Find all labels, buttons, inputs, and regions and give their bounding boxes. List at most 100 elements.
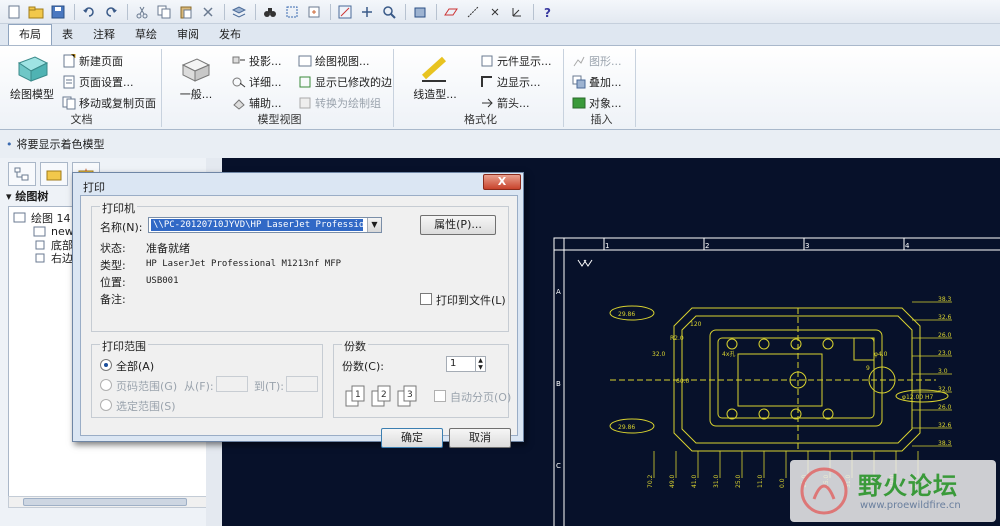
group-format: 线造型... 元件显示... 边显示... 箭头... 格式化 xyxy=(398,49,564,127)
range-from-input[interactable] xyxy=(216,376,248,392)
cancel-button[interactable]: 取消 xyxy=(449,428,511,448)
object-button[interactable]: 对象... xyxy=(572,93,622,113)
sketch-icon[interactable] xyxy=(335,2,355,22)
drawing-view-button[interactable]: 绘图视图... xyxy=(298,51,370,71)
group-insert: 图形... 叠加... 对象... 插入 xyxy=(568,49,636,127)
group-document: 绘图模型 新建页面 页面设置... 移动或复制页面 文档 xyxy=(2,49,162,127)
graph-button[interactable]: 图形... xyxy=(572,51,622,71)
tab-layout[interactable]: 布局 xyxy=(8,24,52,45)
detailed-view-button[interactable]: 详细... xyxy=(232,72,282,92)
cut-icon[interactable] xyxy=(132,2,152,22)
overlay-button[interactable]: 叠加... xyxy=(572,72,622,92)
folder-browser-tab-icon[interactable] xyxy=(40,162,68,186)
paste-icon[interactable] xyxy=(176,2,196,22)
callout-text: φ4.0 xyxy=(874,351,888,358)
projection-view-button[interactable]: 投影... xyxy=(232,51,282,71)
svg-text:?: ? xyxy=(544,6,551,19)
select-box-icon[interactable] xyxy=(282,2,302,22)
view-icon xyxy=(35,240,45,249)
tab-publish[interactable]: 发布 xyxy=(209,26,251,45)
redo-icon[interactable] xyxy=(101,2,121,22)
arrow-button[interactable]: 箭头... xyxy=(480,93,530,113)
view-icon xyxy=(33,226,46,236)
coord-system-icon[interactable] xyxy=(507,2,527,22)
horizontal-scrollbar[interactable] xyxy=(8,496,208,508)
zone-letter: C xyxy=(556,462,561,470)
tab-sketch[interactable]: 草绘 xyxy=(125,26,167,45)
spin-arrows-icon[interactable]: ▲ ▼ xyxy=(475,357,485,371)
drawing-tree-header[interactable]: ▾ 绘图树 xyxy=(6,188,48,204)
auxiliary-view-button[interactable]: 辅助... xyxy=(232,93,282,113)
collate-checkbox[interactable] xyxy=(434,390,446,402)
message-line: • 将要显示着色模型 xyxy=(0,130,1000,158)
name-label: 名称(N): xyxy=(100,221,143,234)
print-to-file-checkbox[interactable] xyxy=(420,293,432,305)
tree-item-right[interactable]: 右边 xyxy=(33,251,73,265)
model-tree-tab-icon[interactable] xyxy=(8,162,36,186)
status-label: 状态: xyxy=(100,242,126,255)
callout-text: 29.86 xyxy=(618,311,635,318)
callout-text: 32.0 xyxy=(652,351,666,358)
datum-axis-icon[interactable] xyxy=(463,2,483,22)
callout-text: 120 xyxy=(690,321,702,328)
general-view-icon xyxy=(181,58,211,82)
zone-ticks xyxy=(603,238,905,250)
move-copy-page-button[interactable]: 移动或复制页面 xyxy=(62,93,156,113)
callout-text: 9 xyxy=(866,365,870,372)
zone-number: 3 xyxy=(805,242,809,250)
dialog-title: 打印 xyxy=(83,181,105,194)
binoculars-icon[interactable] xyxy=(260,2,280,22)
layers-icon[interactable] xyxy=(229,2,249,22)
show-modified-edges-button[interactable]: 显示已修改的边 xyxy=(298,72,392,92)
undo-icon[interactable] xyxy=(79,2,99,22)
tab-table[interactable]: 表 xyxy=(52,26,83,45)
edge-display-button[interactable]: 边显示... xyxy=(480,72,541,92)
dimension-text: 32.0 xyxy=(938,386,952,393)
tree-item-drawing[interactable]: 绘图 14 xyxy=(13,211,71,225)
tab-annotate[interactable]: 注释 xyxy=(83,26,125,45)
range-to-input[interactable] xyxy=(286,376,318,392)
save-icon[interactable] xyxy=(48,2,68,22)
drawing-model-label: 绘图模型 xyxy=(10,88,54,101)
range-pages-radio[interactable] xyxy=(100,379,112,391)
range-to-label: 到(T): xyxy=(254,380,285,393)
ribbon: 绘图模型 新建页面 页面设置... 移动或复制页面 文档 一般... 投影...… xyxy=(0,46,1000,130)
ok-button[interactable]: 确定 xyxy=(381,428,443,448)
help-icon[interactable]: ? xyxy=(538,2,558,22)
line-style-button[interactable]: 线造型... xyxy=(402,55,468,102)
open-folder-icon[interactable] xyxy=(26,2,46,22)
scroll-thumb[interactable] xyxy=(23,498,187,506)
display-style-icon[interactable] xyxy=(410,2,430,22)
status-value: 准备就绪 xyxy=(146,242,190,255)
copy-icon[interactable] xyxy=(154,2,174,22)
repaint-icon[interactable] xyxy=(304,2,324,22)
view-icon xyxy=(35,253,45,262)
line-style-icon xyxy=(421,56,447,82)
convert-to-draw-group-button[interactable]: 转换为绘制组 xyxy=(298,93,381,113)
printer-name-select[interactable]: \\PC-20120710JYVD\HP LaserJet Profession… xyxy=(148,217,382,233)
refit-icon[interactable] xyxy=(357,2,377,22)
info-bullet-icon: • xyxy=(6,137,13,151)
page-setup-button[interactable]: 页面设置... xyxy=(62,72,134,92)
datum-plane-icon[interactable] xyxy=(441,2,461,22)
range-all-radio[interactable] xyxy=(100,359,112,371)
new-page-button[interactable]: 新建页面 xyxy=(62,51,123,71)
datum-point-icon[interactable] xyxy=(485,2,505,22)
drawing-icon xyxy=(13,212,26,222)
dimension-text: 0.0 xyxy=(779,478,786,488)
new-file-icon[interactable] xyxy=(4,2,24,22)
close-button[interactable]: X xyxy=(483,174,521,190)
zoom-icon[interactable] xyxy=(379,2,399,22)
page-setup-icon xyxy=(63,75,75,89)
watermark-title: 野火论坛 xyxy=(858,472,958,500)
chevron-down-icon[interactable]: ▼ xyxy=(367,218,381,232)
delete-icon[interactable] xyxy=(198,2,218,22)
properties-button[interactable]: 属性(P)... xyxy=(420,215,496,235)
tab-review[interactable]: 审阅 xyxy=(167,26,209,45)
general-view-button[interactable]: 一般... xyxy=(170,53,222,102)
zone-number: 4 xyxy=(905,242,910,250)
drawing-model-button[interactable]: 绘图模型 xyxy=(6,53,58,102)
component-display-button[interactable]: 元件显示... xyxy=(480,51,552,71)
range-selection-radio[interactable] xyxy=(100,399,112,411)
copies-stepper[interactable]: 1 ▲ ▼ xyxy=(446,356,486,372)
